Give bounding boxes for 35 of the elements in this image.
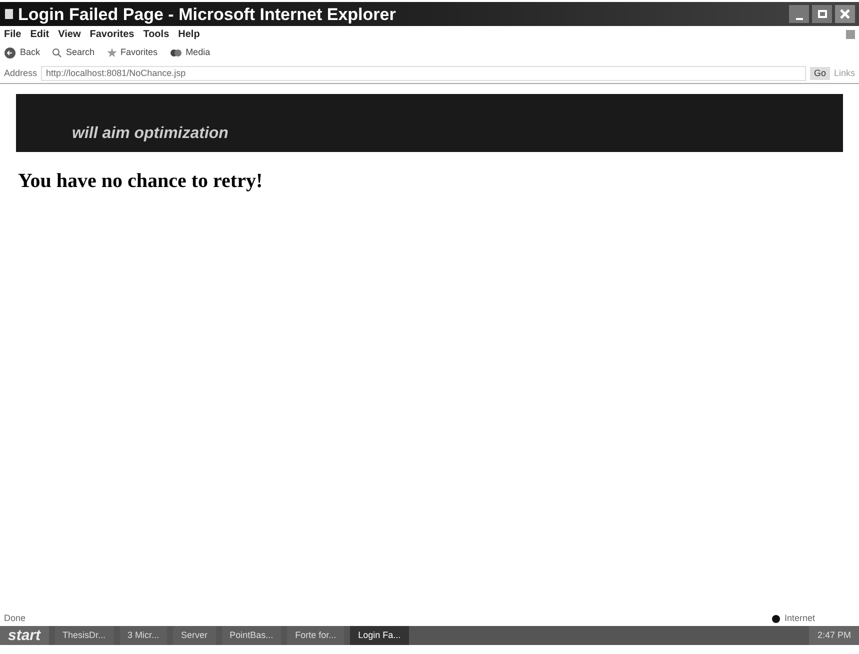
taskbar-button[interactable]: ThesisDr... — [54, 626, 114, 645]
zone-label: Internet — [772, 612, 815, 626]
taskbar-button[interactable]: PointBas... — [222, 626, 282, 645]
menu-item[interactable]: View — [58, 26, 81, 42]
taskbar-button[interactable]: 3 Micr... — [120, 626, 168, 645]
menu-item[interactable]: Help — [178, 26, 200, 42]
search-icon — [52, 48, 62, 58]
go-button[interactable]: Go — [810, 66, 830, 80]
menu-item[interactable]: Edit — [30, 26, 50, 42]
toolbar-button[interactable]: Media — [170, 46, 210, 60]
toolbar-button[interactable]: Favorites — [106, 46, 158, 60]
address-label: Address — [4, 66, 38, 80]
restore-button[interactable] — [812, 5, 832, 23]
toolbar-button[interactable]: Back — [4, 46, 40, 60]
toolbar-button[interactable]: Search — [52, 46, 95, 60]
window-title: Login Failed Page - Microsoft Internet Explorer — [18, 6, 396, 22]
status-text: Done — [4, 612, 26, 626]
start-button[interactable]: start — [0, 626, 49, 645]
links-label: Links — [834, 66, 855, 80]
banner-text: will aim optimization — [72, 124, 228, 144]
close-icon — [840, 9, 850, 19]
taskbar-button[interactable]: Forte for... — [287, 626, 344, 645]
menu-item[interactable]: File — [4, 26, 22, 42]
clock: 2:47 PM — [809, 626, 859, 645]
taskbar-button[interactable]: Login Fa... — [350, 626, 409, 645]
star-icon — [106, 48, 117, 58]
menu-item[interactable]: Tools — [143, 26, 170, 42]
address-field[interactable]: http://localhost:8081/NoChance.jsp — [41, 66, 806, 81]
media-icon — [170, 48, 182, 58]
minimize-button[interactable] — [789, 5, 809, 23]
menu-item[interactable]: Favorites — [90, 26, 134, 42]
taskbar-button[interactable]: Server — [173, 626, 216, 645]
browser-icon — [4, 8, 14, 20]
page-heading: You have no chance to retry! — [18, 169, 264, 194]
close-button[interactable] — [835, 5, 855, 23]
